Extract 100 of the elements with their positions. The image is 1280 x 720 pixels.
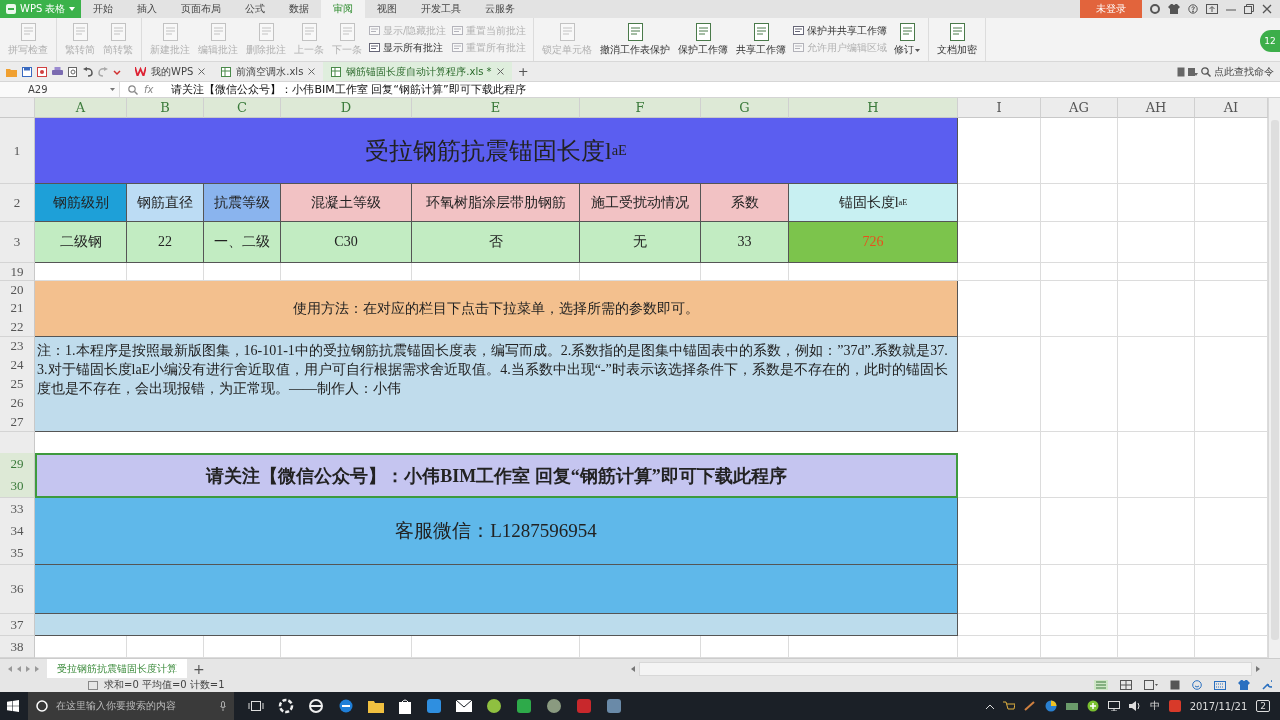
login-button[interactable]: 未登录: [1080, 0, 1142, 18]
page-layout-view-icon[interactable]: [1144, 680, 1158, 690]
row-header[interactable]: 23: [0, 337, 34, 356]
document-tab[interactable]: 前滴空调水.xls: [213, 62, 324, 81]
column-header[interactable]: AI: [1195, 98, 1268, 118]
chevron-up-icon[interactable]: [985, 703, 994, 709]
help-icon[interactable]: [1188, 4, 1198, 14]
shirt-icon[interactable]: [1238, 680, 1250, 690]
plus-circle-icon[interactable]: [1086, 700, 1099, 712]
scroll-arrow-icon[interactable]: [630, 665, 635, 672]
zoom-icon[interactable]: [128, 84, 138, 95]
edge-browser-icon[interactable]: [338, 698, 354, 714]
row-header[interactable]: 25: [0, 374, 34, 394]
function-button[interactable]: fx: [138, 84, 164, 95]
sheet-tab[interactable]: 受拉钢筋抗震锚固长度计算: [47, 659, 187, 678]
notification-count[interactable]: 2: [1256, 700, 1270, 712]
monitor-icon[interactable]: [1107, 701, 1120, 711]
row-header[interactable]: 35: [0, 542, 34, 564]
command-search-field[interactable]: 点此查找命令: [1214, 64, 1274, 79]
row-header[interactable]: 20: [0, 281, 34, 300]
column-header[interactable]: C: [204, 98, 281, 118]
document-tab[interactable]: 钢筋锚固长度自动计算程序.xls *: [323, 62, 512, 81]
keyboard-icon[interactable]: [1214, 680, 1226, 690]
save-icon[interactable]: [22, 66, 32, 77]
format-icon[interactable]: [1188, 66, 1198, 77]
cart-icon[interactable]: [1002, 701, 1015, 711]
scroll-arrow-icon[interactable]: [1256, 665, 1260, 672]
wps-tray-icon[interactable]: [1168, 700, 1181, 712]
row-header[interactable]: 2: [0, 184, 34, 221]
name-box[interactable]: A29: [0, 82, 120, 97]
column-header[interactable]: E: [412, 98, 580, 118]
row-header[interactable]: 19: [0, 263, 34, 280]
menu-tab[interactable]: 页面布局: [169, 0, 234, 18]
task-view-icon[interactable]: [248, 700, 264, 712]
menu-tab[interactable]: 云服务: [473, 0, 528, 18]
row-header[interactable]: 24: [0, 355, 34, 375]
document-icon[interactable]: [1177, 66, 1185, 77]
menu-tab[interactable]: 开发工具: [409, 0, 474, 18]
menu-tab[interactable]: 插入: [125, 0, 170, 18]
ribbon-button[interactable]: 共享工作簿: [732, 18, 791, 61]
emoji-icon[interactable]: [1192, 680, 1202, 690]
column-header[interactable]: F: [580, 98, 701, 118]
row-header[interactable]: 37: [0, 614, 34, 635]
column-header[interactable]: B: [127, 98, 204, 118]
ribbon-button[interactable]: 保护并共享工作簿: [790, 24, 891, 38]
taskbar-search-field[interactable]: 在这里输入你要搜索的内容: [28, 692, 234, 720]
add-sheet-button[interactable]: +: [187, 659, 211, 678]
row-header[interactable]: 22: [0, 317, 34, 336]
new-tab-button[interactable]: +: [511, 62, 535, 81]
preview-icon[interactable]: [68, 66, 78, 77]
folder-icon[interactable]: [368, 699, 384, 713]
ribbon-button[interactable]: 撤消工作表保护: [596, 18, 675, 61]
restore-icon[interactable]: [1244, 4, 1254, 14]
print-icon[interactable]: [52, 66, 63, 77]
close-icon[interactable]: [308, 68, 316, 75]
pen-icon[interactable]: [1023, 701, 1036, 711]
ribbon-button[interactable]: 文档加密: [933, 18, 982, 61]
menu-tab[interactable]: 审阅: [321, 0, 366, 18]
row-header[interactable]: 38: [0, 636, 34, 657]
column-header[interactable]: AG: [1041, 98, 1118, 118]
row-header[interactable]: 26: [0, 393, 34, 413]
page-break-view-icon[interactable]: [1120, 680, 1132, 690]
mail-icon[interactable]: [456, 700, 472, 712]
close-icon[interactable]: [1262, 4, 1272, 14]
column-header[interactable]: I: [958, 98, 1041, 118]
column-header[interactable]: D: [281, 98, 412, 118]
document-tab[interactable]: 我的WPS: [127, 62, 214, 81]
ribbon-button[interactable]: 显示所有批注: [366, 41, 450, 55]
row-header[interactable]: 33: [0, 498, 34, 520]
menu-tab[interactable]: 视图: [365, 0, 410, 18]
ribbon-button[interactable]: 保护工作簿: [674, 18, 733, 61]
ribbon-button[interactable]: 修订: [890, 18, 925, 61]
close-icon[interactable]: [496, 68, 504, 75]
horizontal-scrollbar[interactable]: [638, 661, 1252, 676]
row-header[interactable]: 34: [0, 520, 34, 542]
windows-icon[interactable]: [7, 700, 19, 712]
menu-tab[interactable]: 数据: [277, 0, 322, 18]
menu-tab[interactable]: 开始: [81, 0, 126, 18]
formula-input[interactable]: 请关注【微信公众号】：小伟BIM工作室 回复“钢筋计算”即可下载此程序: [163, 82, 526, 97]
column-header[interactable]: H: [789, 98, 958, 118]
close-icon[interactable]: [198, 68, 206, 75]
row-header[interactable]: 29: [0, 453, 34, 475]
ime-indicator[interactable]: 中: [1149, 699, 1160, 713]
row-header[interactable]: 3: [0, 222, 34, 262]
row-header[interactable]: 1: [0, 118, 34, 183]
row-header[interactable]: 21: [0, 299, 34, 318]
column-header[interactable]: A: [35, 98, 127, 118]
vertical-scrollbar[interactable]: [1268, 98, 1280, 658]
shirt-icon[interactable]: [1168, 4, 1180, 14]
column-header[interactable]: AH: [1118, 98, 1195, 118]
reading-view-icon[interactable]: [1170, 680, 1180, 690]
row-header[interactable]: 27: [0, 412, 34, 431]
row-header[interactable]: 36: [0, 565, 34, 613]
undo-icon[interactable]: [83, 66, 93, 77]
speaker-icon[interactable]: [1128, 701, 1141, 711]
row-header[interactable]: 30: [0, 475, 34, 497]
column-header[interactable]: G: [701, 98, 789, 118]
upload-icon[interactable]: [1206, 4, 1218, 14]
store-icon[interactable]: [398, 698, 412, 714]
clock-date[interactable]: 2017/11/21: [1189, 700, 1248, 712]
